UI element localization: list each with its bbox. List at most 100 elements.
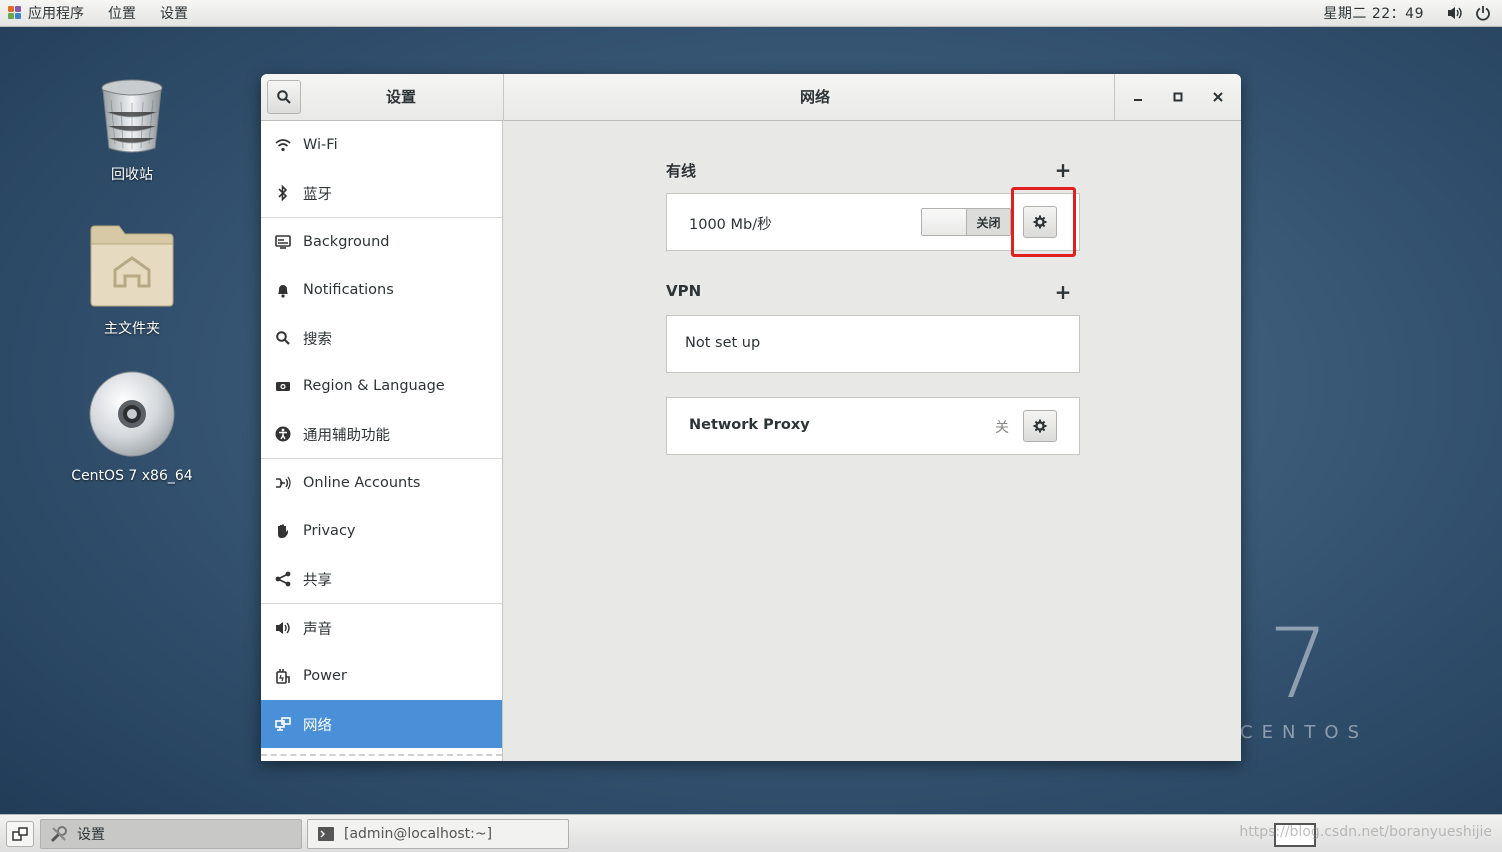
network-proxy-status: 关	[995, 420, 1009, 436]
minimize-button[interactable]	[1127, 86, 1149, 108]
sidebar-item-label: 通用辅助功能	[303, 427, 390, 444]
online-accounts-icon	[275, 475, 291, 491]
wired-toggle-switch[interactable]: 关闭	[921, 208, 1011, 236]
gear-icon	[1033, 419, 1047, 433]
desktop-home-folder[interactable]: 主文件夹	[67, 224, 197, 338]
show-desktop-button[interactable]	[6, 821, 34, 847]
task-label: [admin@localhost:~]	[344, 826, 493, 842]
sidebar-item-online-accounts[interactable]: Online Accounts	[261, 459, 502, 507]
sidebar-item-label: Notifications	[303, 282, 394, 298]
maximize-button[interactable]	[1167, 86, 1189, 108]
search-icon	[275, 330, 291, 346]
brand-number: 7	[1268, 608, 1330, 720]
windows-icon	[12, 827, 28, 841]
sidebar-item-label: 声音	[303, 621, 332, 638]
applications-menu[interactable]: 应用程序	[0, 0, 96, 26]
accessibility-icon	[275, 426, 291, 442]
minimize-icon	[1134, 99, 1142, 101]
power-plug-icon	[275, 668, 291, 684]
network-panel: 有线 + 1000 Mb/秒 关闭 VPN + Not set up Netwo…	[504, 121, 1241, 761]
network-proxy-card[interactable]: Network Proxy 关	[666, 397, 1080, 455]
sidebar-item-notifications[interactable]: Notifications	[261, 266, 502, 314]
sidebar-item-label: 网络	[303, 717, 332, 734]
watermark: https://blog.csdn.net/boranyueshijie	[1239, 824, 1492, 840]
plus-icon: +	[1054, 158, 1072, 182]
applications-icon	[8, 6, 22, 20]
background-icon	[275, 234, 291, 250]
close-button[interactable]	[1207, 86, 1229, 108]
speaker-icon	[275, 620, 291, 636]
sidebar-item-label: 搜索	[303, 331, 332, 348]
settings-sidebar: Wi-Fi 蓝牙 Background Notifications 搜索 Reg…	[261, 121, 503, 761]
close-icon	[1213, 92, 1223, 102]
sidebar-item-label: 共享	[303, 572, 332, 589]
vpn-status: Not set up	[685, 335, 761, 351]
vpn-section-label: VPN	[666, 282, 702, 300]
sidebar-item-label: Wi-Fi	[303, 137, 338, 153]
sidebar-title: 设置	[385, 88, 416, 106]
sidebar-item-label: Online Accounts	[303, 475, 421, 491]
maximize-icon	[1173, 92, 1183, 102]
page-title: 网络	[799, 88, 830, 106]
search-button[interactable]	[267, 80, 301, 114]
sidebar-item-network[interactable]: 网络	[261, 700, 502, 748]
vpn-card: Not set up	[666, 315, 1080, 373]
switch-state-label: 关闭	[976, 215, 1001, 230]
sidebar-item-sound[interactable]: 声音	[261, 604, 502, 652]
network-proxy-label: Network Proxy	[689, 417, 810, 433]
search-icon	[277, 90, 291, 104]
sidebar-item-sharing[interactable]: 共享	[261, 555, 502, 603]
desktop-trash[interactable]: 回收站	[67, 78, 197, 184]
disc-label: CentOS 7 x86_64	[71, 468, 193, 484]
clock[interactable]: 星期二 22：49	[1323, 3, 1424, 23]
settings-tools-icon	[49, 825, 69, 843]
bottom-taskbar: 设置 [admin@localhost:~] https://blog.csdn…	[0, 814, 1502, 852]
header-divider-right	[1114, 74, 1115, 121]
sidebar-item-power[interactable]: Power	[261, 652, 502, 700]
settings-menu[interactable]: 设置	[148, 0, 200, 26]
proxy-settings-button[interactable]	[1023, 410, 1057, 442]
sidebar-item-search[interactable]: 搜索	[261, 314, 502, 362]
sidebar-item-label: Background	[303, 234, 390, 250]
terminal-icon	[316, 825, 336, 843]
bell-icon	[275, 282, 291, 298]
sidebar-item-region-language[interactable]: Region & Language	[261, 362, 502, 410]
task-settings[interactable]: 设置	[40, 819, 302, 849]
highlight-box	[1011, 187, 1076, 257]
top-panel: 应用程序 位置 设置 星期二 22：49	[0, 0, 1502, 27]
bluetooth-icon	[275, 185, 291, 201]
applications-label: 应用程序	[28, 6, 84, 22]
power-icon[interactable]	[1474, 5, 1492, 21]
volume-icon[interactable]	[1446, 6, 1464, 20]
wired-section-label: 有线	[666, 162, 697, 180]
settings-window: 设置 网络 Wi-Fi 蓝牙 Background Notifications …	[261, 74, 1241, 761]
sidebar-scroll-more	[261, 754, 502, 761]
sidebar-item-label: Power	[303, 668, 347, 684]
sidebar-item-privacy[interactable]: Privacy	[261, 507, 502, 555]
add-vpn-button[interactable]: +	[1053, 280, 1073, 304]
task-label: 设置	[77, 827, 105, 843]
hand-icon	[275, 523, 291, 539]
brand-word: CENTOS	[1240, 722, 1368, 743]
plus-icon: +	[1054, 280, 1072, 304]
camera-icon	[275, 378, 291, 394]
header-bar: 设置 网络	[261, 74, 1241, 121]
places-menu[interactable]: 位置	[96, 0, 148, 26]
task-terminal[interactable]: [admin@localhost:~]	[307, 819, 569, 849]
trash-label: 回收站	[111, 167, 153, 183]
add-wired-button[interactable]: +	[1053, 158, 1073, 182]
sidebar-item-label: 蓝牙	[303, 186, 332, 203]
home-folder-label: 主文件夹	[104, 321, 160, 337]
share-icon	[275, 571, 291, 587]
sidebar-item-accessibility[interactable]: 通用辅助功能	[261, 410, 502, 458]
home-folder-icon	[90, 225, 174, 307]
desktop-disc[interactable]: CentOS 7 x86_64	[67, 370, 197, 484]
switch-knob	[922, 209, 967, 235]
sidebar-item-label: Region & Language	[303, 378, 445, 394]
sidebar-item-bluetooth[interactable]: 蓝牙	[261, 169, 502, 217]
sidebar-item-wifi[interactable]: Wi-Fi	[261, 121, 502, 169]
trash-icon	[101, 79, 163, 153]
wired-speed: 1000 Mb/秒	[689, 217, 772, 233]
wifi-icon	[275, 137, 291, 153]
sidebar-item-background[interactable]: Background	[261, 218, 502, 266]
